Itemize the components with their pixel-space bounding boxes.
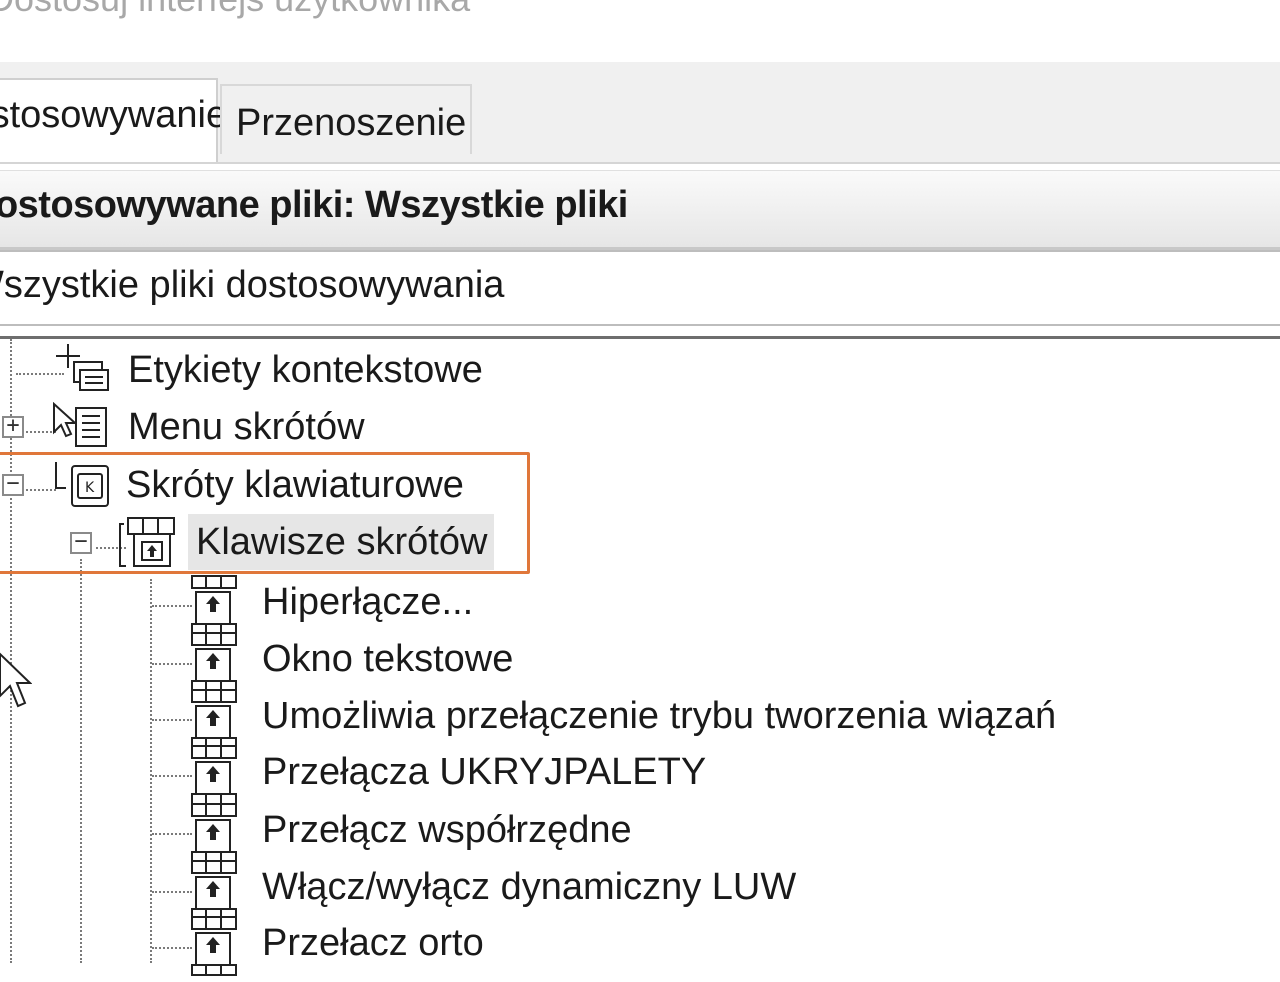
tree-guide-line (152, 833, 192, 835)
mouse-cursor-icon (0, 652, 33, 717)
tree-node-command[interactable]: Włącz/wyłącz dynamiczny LUW (262, 865, 796, 909)
tree-node-command[interactable]: Umożliwia przełączenie trybu tworzenia w… (262, 694, 1056, 738)
tab-customize-label: Dostosowywanie (0, 94, 228, 136)
tree-guide-line (150, 579, 152, 963)
tab-customize[interactable]: Dostosowywanie (0, 78, 227, 164)
command-key-icon (190, 913, 240, 982)
window-title: Dostosuj interfejs użytkownika (0, 0, 470, 20)
highlight-frame (0, 452, 530, 574)
tree-node-command[interactable]: Okno tekstowe (262, 637, 513, 681)
tree-node-command[interactable]: Hiperłącze... (262, 580, 473, 624)
tree-node-shortcut-menus[interactable]: Menu skrótów (128, 405, 365, 449)
tab-transfer[interactable]: Przenoszenie (220, 84, 472, 154)
tree-guide-line (152, 663, 192, 665)
tree-guide-line (152, 775, 192, 777)
tree-guide-line (152, 947, 192, 949)
panel-header-title: Dostosowywane pliki: Wszystkie pliki (0, 184, 628, 226)
tree-guide-line (152, 891, 192, 893)
tree-node-command[interactable]: Przełacz orto (262, 921, 484, 965)
context-label-icon (54, 342, 112, 397)
customization-files-dropdown-value: Wszystkie pliki dostosowywania (0, 264, 505, 306)
tree-guide-line (152, 719, 192, 721)
tree-node-command[interactable]: Przełącza UKRYJPALETY (262, 750, 706, 794)
expand-toggle-shortcut-menus[interactable]: + (2, 415, 24, 438)
tree-node-context-labels[interactable]: Etykiety kontekstowe (128, 348, 483, 392)
tree-guide-line (80, 559, 82, 963)
tree-node-command[interactable]: Przełącz współrzędne (262, 808, 632, 852)
shortcut-menu-icon (50, 401, 110, 455)
tree-guide-line (152, 605, 192, 607)
